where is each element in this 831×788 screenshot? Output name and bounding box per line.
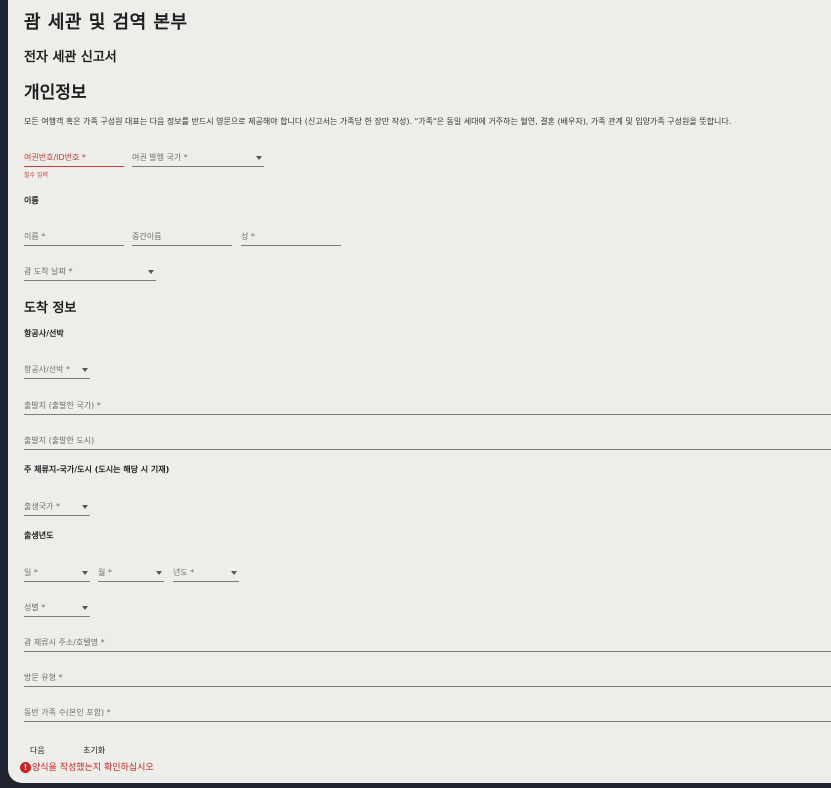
form-warning: ! 양식을 작성했는지 확인하십시오 <box>20 760 154 773</box>
passport-required-hint: 필수 입력 <box>24 172 48 179</box>
birth-country-label: 출생국가 * <box>24 502 60 511</box>
guam-address-field[interactable]: 괌 체류시 주소/호텔명 * <box>24 637 831 652</box>
first-name-label: 이름 * <box>24 232 46 241</box>
chevron-down-icon <box>148 270 154 274</box>
family-count-field[interactable]: 동반 가족 수(본인 포함) * <box>24 707 831 722</box>
visit-type-field[interactable]: 방문 유형 * <box>24 672 831 687</box>
birth-country-select[interactable]: 출생국가 * <box>24 501 90 516</box>
form-title: 전자 세관 신고서 <box>24 50 117 65</box>
departure-country-label: 출발지 (출발한 국가) * <box>24 401 101 410</box>
arrival-info-heading: 도착 정보 <box>24 301 77 316</box>
middle-name-label: 중간이름 <box>132 232 162 241</box>
arrival-date-select[interactable]: 괌 도착 날짜 * <box>24 266 156 281</box>
personal-info-description: 모든 여행객 혹은 가족 구성원 대표는 다음 정보를 반드시 영문으로 제공해… <box>24 117 732 126</box>
departure-city-field[interactable]: 출발지 (출발한 도시) <box>24 435 831 450</box>
visit-type-label: 방문 유형 * <box>24 673 63 682</box>
chevron-down-icon <box>82 606 88 610</box>
departure-city-label: 출발지 (출발한 도시) <box>24 436 95 445</box>
chevron-down-icon <box>82 505 88 509</box>
family-count-label: 동반 가족 수(본인 포함) * <box>24 708 111 717</box>
next-button[interactable]: 다음 <box>30 745 45 756</box>
passport-number-label: 여권번호/ID번호 * <box>24 153 86 162</box>
personal-info-heading: 개인정보 <box>24 83 87 103</box>
passport-country-select[interactable]: 여권 발행 국가 * <box>132 152 264 167</box>
gender-label: 성별 * <box>24 603 46 612</box>
agency-title: 괌 세관 및 검역 본부 <box>24 12 188 33</box>
first-name-field[interactable]: 이름 * <box>24 231 124 246</box>
form-page: 괌 세관 및 검역 본부 전자 세관 신고서 개인정보 모든 여행객 혹은 가족… <box>8 0 831 783</box>
chevron-down-icon <box>82 368 88 372</box>
last-name-field[interactable]: 성 * <box>241 231 341 246</box>
chevron-down-icon <box>256 156 262 160</box>
chevron-down-icon <box>82 571 88 575</box>
birth-year-select[interactable]: 년도 * <box>173 567 239 582</box>
birth-day-select[interactable]: 일 * <box>24 567 90 582</box>
last-name-label: 성 * <box>241 232 255 241</box>
birth-month-select[interactable]: 월 * <box>98 567 164 582</box>
birth-day-label: 일 * <box>24 568 38 577</box>
airline-select[interactable]: 항공사/선박 * <box>24 364 90 379</box>
airline-section-label: 항공사/선박 <box>24 329 64 338</box>
arrival-date-label: 괌 도착 날짜 * <box>24 267 73 276</box>
departure-country-field[interactable]: 출발지 (출발한 국가) * <box>24 400 831 415</box>
passport-number-field[interactable]: 여권번호/ID번호 * <box>24 152 124 167</box>
middle-name-field[interactable]: 중간이름 <box>132 231 232 246</box>
gender-select[interactable]: 성별 * <box>24 602 90 617</box>
birth-year-section-label: 출생년도 <box>24 531 54 540</box>
residence-section-label: 주 체류지-국가/도시 (도시는 해당 시 기재) <box>24 465 170 474</box>
reset-button[interactable]: 초기화 <box>83 745 105 756</box>
chevron-down-icon <box>231 571 237 575</box>
airline-select-label: 항공사/선박 * <box>24 365 71 374</box>
passport-country-label: 여권 발행 국가 * <box>132 153 188 162</box>
alert-icon: ! <box>20 762 31 773</box>
form-warning-text: 양식을 작성했는지 확인하십시오 <box>32 763 154 773</box>
birth-year-label: 년도 * <box>173 568 195 577</box>
name-section-label: 이름 <box>24 196 39 205</box>
chevron-down-icon <box>156 571 162 575</box>
birth-month-label: 월 * <box>98 568 112 577</box>
guam-address-label: 괌 체류시 주소/호텔명 * <box>24 638 105 647</box>
